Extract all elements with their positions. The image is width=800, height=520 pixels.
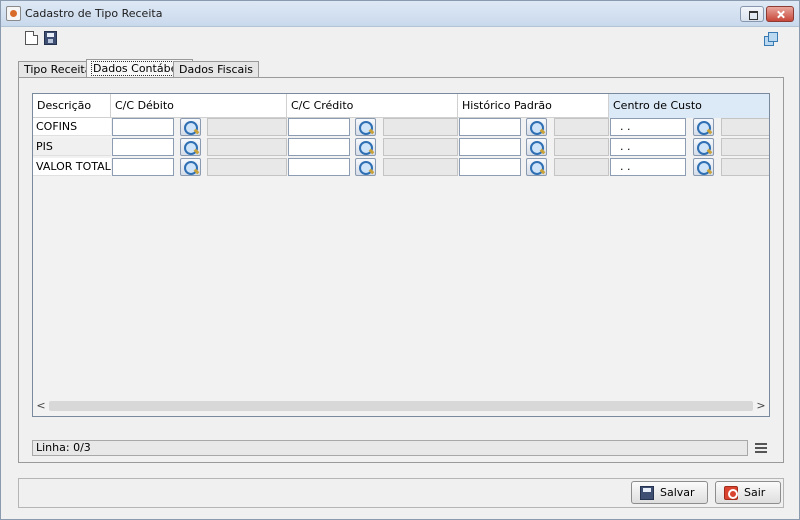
row-counter: Linha: 0/3 xyxy=(32,440,748,456)
column-header-cc-debito[interactable]: C/C Débito xyxy=(111,94,287,118)
scroll-right-icon[interactable]: > xyxy=(755,399,767,413)
lookup-search-icon[interactable] xyxy=(180,158,201,176)
lookup-search-icon[interactable] xyxy=(180,118,201,136)
scroll-left-icon[interactable]: < xyxy=(35,399,47,413)
historico-input[interactable] xyxy=(459,118,521,136)
cc-credito-description xyxy=(383,118,458,136)
historico-input[interactable] xyxy=(459,138,521,156)
tab-dados-fiscais[interactable]: Dados Fiscais xyxy=(173,61,260,77)
scroll-thumb[interactable] xyxy=(49,401,753,411)
column-header-cc-credito[interactable]: C/C Crédito xyxy=(287,94,458,118)
lookup-search-icon[interactable] xyxy=(526,158,547,176)
cascade-windows-icon[interactable] xyxy=(764,32,778,46)
lookup-search-icon[interactable] xyxy=(355,118,376,136)
tab-panel: Descrição C/C Débito C/C Crédito Históri… xyxy=(18,77,784,463)
save-icon xyxy=(640,486,654,500)
cc-credito-input[interactable] xyxy=(288,158,350,176)
minimize-button[interactable] xyxy=(740,6,764,22)
accounting-grid: Descrição C/C Débito C/C Crédito Históri… xyxy=(32,93,770,417)
window-title: Cadastro de Tipo Receita xyxy=(25,7,163,20)
centro-custo-description xyxy=(721,158,769,176)
lookup-search-icon[interactable] xyxy=(355,158,376,176)
cc-credito-description xyxy=(383,138,458,156)
cc-debito-description xyxy=(207,118,287,136)
column-header-historico-padrao[interactable]: Histórico Padrão xyxy=(458,94,609,118)
cc-credito-input[interactable] xyxy=(288,138,350,156)
column-header-centro-custo[interactable]: Centro de Custo xyxy=(609,94,769,118)
lookup-search-icon[interactable] xyxy=(693,138,714,156)
save-button-label: Salvar xyxy=(660,486,695,499)
cc-debito-description xyxy=(207,138,287,156)
save-button[interactable]: Salvar xyxy=(631,481,708,504)
row-label-valor-total: VALOR TOTAL xyxy=(33,158,111,176)
cc-credito-description xyxy=(383,158,458,176)
historico-description xyxy=(554,138,609,156)
cc-credito-input[interactable] xyxy=(288,118,350,136)
historico-description xyxy=(554,118,609,136)
exit-button[interactable]: Sair xyxy=(715,481,781,504)
centro-custo-input[interactable]: . . xyxy=(610,138,686,156)
lookup-search-icon[interactable] xyxy=(526,118,547,136)
java-app-icon xyxy=(6,6,21,21)
centro-custo-input[interactable]: . . xyxy=(610,158,686,176)
menu-icon[interactable] xyxy=(755,443,767,453)
lookup-search-icon[interactable] xyxy=(693,118,714,136)
centro-custo-input[interactable]: . . xyxy=(610,118,686,136)
cc-debito-input[interactable] xyxy=(112,138,174,156)
close-button[interactable] xyxy=(766,6,794,22)
horizontal-scrollbar[interactable]: < > xyxy=(33,396,769,416)
centro-custo-description xyxy=(721,138,769,156)
row-label-cofins: COFINS xyxy=(33,118,111,136)
app-window: Cadastro de Tipo Receita Tipo Receita Da… xyxy=(0,0,800,520)
cc-debito-description xyxy=(207,158,287,176)
lookup-search-icon[interactable] xyxy=(526,138,547,156)
column-header-descricao[interactable]: Descrição xyxy=(33,94,111,118)
grid-header: Descrição C/C Débito C/C Crédito Históri… xyxy=(33,94,769,118)
exit-button-label: Sair xyxy=(744,486,766,499)
exit-icon xyxy=(724,486,738,500)
historico-description xyxy=(554,158,609,176)
save-icon[interactable] xyxy=(44,31,57,45)
centro-custo-description xyxy=(721,118,769,136)
row-label-pis: PIS xyxy=(33,138,111,156)
title-bar: Cadastro de Tipo Receita xyxy=(1,1,799,27)
lookup-search-icon[interactable] xyxy=(180,138,201,156)
historico-input[interactable] xyxy=(459,158,521,176)
cc-debito-input[interactable] xyxy=(112,118,174,136)
new-document-icon[interactable] xyxy=(25,31,38,45)
lookup-search-icon[interactable] xyxy=(693,158,714,176)
lookup-search-icon[interactable] xyxy=(355,138,376,156)
cc-debito-input[interactable] xyxy=(112,158,174,176)
